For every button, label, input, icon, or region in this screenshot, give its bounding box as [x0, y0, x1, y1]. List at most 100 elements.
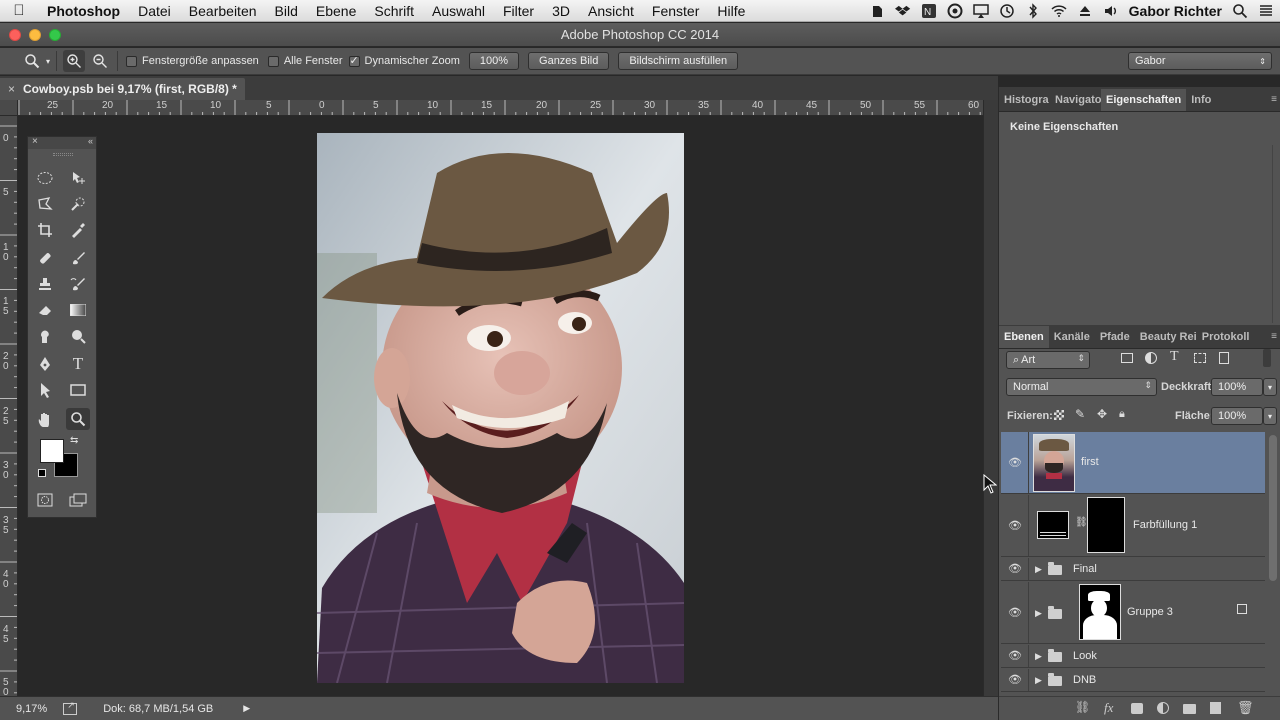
menu-datei[interactable]: Datei	[129, 3, 180, 19]
ruler-horizontal[interactable]: 25 20 15 10 5 0 5 10 15 20 25 30 35 40 4…	[18, 100, 983, 116]
tools-panel-header[interactable]: × «	[28, 136, 96, 149]
close-panel-icon[interactable]: ×	[32, 136, 38, 147]
filter-shape-icon[interactable]	[1194, 353, 1206, 363]
healing-brush-tool-icon[interactable]	[33, 247, 57, 269]
workspace-select[interactable]: Gabor ⇕	[1128, 52, 1272, 70]
default-colors-icon[interactable]	[38, 469, 46, 477]
mask-link-icon[interactable]: ⛓︎	[1075, 517, 1088, 528]
eye-icon[interactable]: 👁︎	[1007, 649, 1023, 662]
layer-row[interactable]: 👁︎ ▶ Final	[1001, 558, 1265, 581]
swap-colors-icon[interactable]: ⇆	[70, 435, 78, 446]
pen-tool-icon[interactable]	[33, 353, 57, 375]
filter-type-icon[interactable]: T	[1170, 349, 1179, 365]
lock-all-icon[interactable]: 🔒︎	[1119, 408, 1125, 421]
evernote-icon[interactable]	[869, 3, 885, 19]
spotlight-search-icon[interactable]	[1232, 3, 1248, 19]
time-machine-icon[interactable]	[999, 3, 1015, 19]
rectangle-tool-icon[interactable]	[66, 379, 90, 401]
eye-icon[interactable]: 👁︎	[1007, 519, 1023, 532]
lock-transparent-icon[interactable]	[1054, 410, 1064, 420]
zoom-level[interactable]: 9,17%	[16, 703, 47, 715]
layers-scrollbar-thumb[interactable]	[1269, 435, 1277, 581]
fit-screen-button[interactable]: Ganzes Bild	[528, 52, 610, 70]
menu-auswahl[interactable]: Auswahl	[423, 3, 494, 19]
type-tool-icon[interactable]: T	[66, 353, 90, 375]
bluetooth-icon[interactable]	[1025, 3, 1041, 19]
minimize-window-button[interactable]	[29, 29, 41, 41]
add-mask-icon[interactable]	[1131, 703, 1143, 714]
layer-row[interactable]: 👁︎ first	[1001, 432, 1265, 494]
new-adjustment-layer-icon[interactable]	[1157, 702, 1169, 714]
brush-tool-icon[interactable]	[66, 247, 90, 269]
eye-icon[interactable]: 👁︎	[1007, 456, 1023, 469]
expand-group-icon[interactable]: ▶	[1035, 608, 1042, 619]
menu-ebene[interactable]: Ebene	[307, 3, 365, 19]
eyedropper-tool-icon[interactable]	[66, 219, 90, 241]
tab-history[interactable]: Protokoll	[1197, 326, 1255, 348]
apple-menu-icon[interactable]: 	[0, 2, 38, 19]
fill-dropdown-icon[interactable]: ▾	[1263, 407, 1277, 425]
all-windows-checkbox-box[interactable]	[267, 55, 279, 67]
layer-row[interactable]: 👁︎ ▶ Gruppe 3	[1001, 582, 1265, 644]
close-window-button[interactable]	[9, 29, 21, 41]
layers-panel-menu-icon[interactable]: ≡	[1271, 331, 1277, 342]
layer-name[interactable]: Final	[1073, 563, 1097, 575]
zoom-tool-icon[interactable]	[66, 408, 90, 430]
menu-filter[interactable]: Filter	[494, 3, 543, 19]
lock-image-icon[interactable]: ✎	[1075, 407, 1085, 421]
tab-info[interactable]: Info	[1186, 89, 1216, 111]
elliptical-marquee-tool-icon[interactable]	[33, 167, 57, 189]
ruler-origin[interactable]	[0, 100, 18, 116]
export-icon[interactable]: ↗	[63, 700, 78, 715]
scrubby-zoom-checkbox-box[interactable]	[348, 54, 360, 67]
screen-mode-icon[interactable]	[66, 489, 90, 511]
lock-position-icon[interactable]: ✥	[1097, 407, 1107, 421]
cowboy-photo[interactable]	[317, 133, 684, 683]
wifi-icon[interactable]	[1051, 3, 1067, 19]
ruler-vertical[interactable]: 0 5 1 0 1 5 2 0 2 5 3 0 3 5 4 0 4 5 5 0	[0, 116, 18, 696]
layer-filter-select[interactable]: ⌕ Art ⇕	[1006, 351, 1090, 369]
foreground-color-swatch[interactable]	[40, 439, 64, 463]
expand-group-icon[interactable]: ▶	[1035, 651, 1042, 662]
menu-bearbeiten[interactable]: Bearbeiten	[180, 3, 266, 19]
tab-channels[interactable]: Kanäle	[1049, 326, 1095, 348]
group-mask-thumbnail[interactable]	[1079, 584, 1121, 640]
blend-mode-select[interactable]: Normal ⇕	[1006, 378, 1157, 396]
layer-name[interactable]: DNB	[1073, 674, 1096, 686]
filter-smart-object-icon[interactable]	[1219, 352, 1229, 364]
menu-app-photoshop[interactable]: Photoshop	[38, 3, 129, 19]
vpn-icon[interactable]	[947, 3, 963, 19]
notification-center-icon[interactable]	[1258, 3, 1274, 19]
menu-bild[interactable]: Bild	[266, 3, 307, 19]
zoom-in-icon[interactable]	[63, 50, 86, 72]
path-selection-tool-icon[interactable]	[33, 379, 57, 401]
collapse-panel-icon[interactable]: «	[88, 136, 93, 146]
lasso-tool-icon[interactable]	[33, 193, 57, 215]
hand-tool-icon[interactable]	[33, 408, 57, 430]
quick-selection-tool-icon[interactable]	[66, 193, 90, 215]
status-menu-arrow-icon[interactable]: ▶	[243, 703, 250, 714]
layer-name[interactable]: Farbfüllung 1	[1133, 519, 1197, 531]
properties-panel-menu-icon[interactable]: ≡	[1271, 94, 1277, 105]
opacity-input[interactable]: 100%	[1211, 378, 1263, 396]
menu-ansicht[interactable]: Ansicht	[579, 3, 643, 19]
tab-navigator[interactable]: Navigato	[1050, 89, 1101, 111]
tab-layers[interactable]: Ebenen	[999, 326, 1049, 348]
filter-toggle-switch[interactable]	[1263, 349, 1271, 367]
smudge-tool-icon[interactable]	[33, 325, 57, 347]
layer-name[interactable]: first	[1081, 456, 1099, 468]
link-layers-icon[interactable]: ⛓︎	[1075, 700, 1090, 714]
zoom-out-icon[interactable]	[89, 50, 111, 72]
layer-name[interactable]: Look	[1073, 650, 1097, 662]
expand-group-icon[interactable]: ▶	[1035, 675, 1042, 686]
menubar-user[interactable]: Gabor Richter	[1129, 3, 1222, 19]
tab-properties[interactable]: Eigenschaften	[1101, 89, 1187, 111]
tab-paths[interactable]: Pfade	[1095, 326, 1135, 348]
crop-tool-icon[interactable]	[33, 219, 57, 241]
eject-icon[interactable]	[1077, 3, 1093, 19]
fill-screen-button[interactable]: Bildschirm ausfüllen	[618, 52, 739, 70]
eraser-tool-icon[interactable]	[33, 299, 57, 321]
layer-name[interactable]: Gruppe 3	[1127, 606, 1173, 618]
airplay-icon[interactable]	[972, 3, 989, 19]
menu-fenster[interactable]: Fenster	[643, 3, 708, 19]
